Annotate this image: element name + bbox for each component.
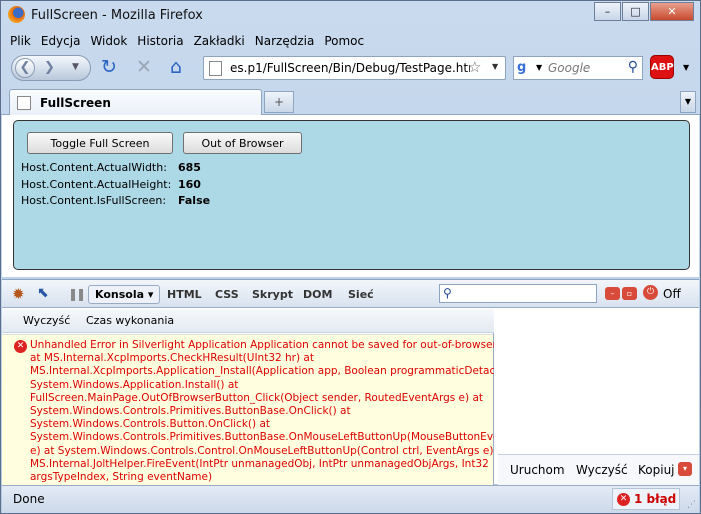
firebug-panel: ✹ ⬉ ❚❚ Konsola ▾ HTML CSS Skrypt DOM Sie… — [2, 279, 699, 485]
new-tab-button[interactable]: + — [264, 91, 294, 113]
firebug-off-label[interactable]: Off — [663, 287, 681, 301]
pause-icon[interactable]: ❚❚ — [68, 287, 86, 301]
info-label: Host.Content.ActualHeight: — [21, 178, 172, 191]
back-forward-group: ❮ ❯ ▼ — [11, 55, 91, 81]
detach-panel-icon[interactable]: ▫ — [622, 287, 637, 300]
info-value: 685 — [178, 161, 201, 174]
firebug-bug-icon[interactable]: ✹ — [12, 285, 25, 303]
menu-zakladki[interactable]: Zakładki — [189, 31, 250, 51]
page-content: Toggle Full Screen Out of Browser Host.C… — [2, 115, 699, 277]
tab-fullscreen[interactable]: FullScreen — [9, 89, 262, 115]
clear-console-button[interactable]: Wyczyść — [23, 314, 70, 327]
history-dropdown-icon[interactable]: ▼ — [72, 62, 79, 72]
menu-widok[interactable]: Widok — [85, 31, 132, 51]
tab-bar: FullScreen + ▼ — [1, 87, 700, 115]
error-message[interactable]: Unhandled Error in Silverlight Applicati… — [30, 339, 494, 483]
menu-plik[interactable]: Plik — [5, 31, 36, 51]
status-text: Done — [13, 492, 45, 506]
run-button[interactable]: Uruchom — [510, 463, 565, 477]
info-label: Host.Content.ActualWidth: — [21, 161, 167, 174]
console-toolbar: Wyczyść Czas wykonania — [2, 309, 494, 333]
title-bar: FullScreen - Mozilla Firefox – □ ✕ — [1, 1, 700, 29]
url-bar[interactable]: es.p1/FullScreen/Bin/Debug/TestPage.html… — [203, 56, 506, 80]
menu-edycja[interactable]: Edycja — [36, 31, 86, 51]
adblock-plus-icon[interactable]: ABP — [650, 55, 674, 79]
tab-konsola[interactable]: Konsola ▾ — [88, 285, 161, 304]
google-engine-icon[interactable]: g — [517, 60, 534, 76]
power-icon[interactable]: ⏻ — [643, 285, 658, 300]
status-bar: Done ✕ 1 błąd ⋰ — [2, 485, 699, 513]
tab-label: FullScreen — [40, 96, 111, 110]
search-placeholder[interactable]: Google — [548, 61, 590, 75]
home-icon[interactable]: ⌂ — [170, 57, 182, 77]
menu-pomoc[interactable]: Pomoc — [319, 31, 369, 51]
resize-grip-icon[interactable]: ⋰ — [687, 500, 696, 510]
tab-html[interactable]: HTML — [167, 288, 202, 301]
search-icon: ⚲ — [443, 286, 452, 300]
firebug-search-input[interactable]: ⚲ — [439, 284, 597, 303]
clear-editor-button[interactable]: Wyczyść — [576, 463, 628, 477]
profile-button[interactable]: Czas wykonania — [86, 314, 174, 327]
search-bar[interactable]: g ▼ Google ⚲ — [513, 56, 643, 80]
navigation-toolbar: ❮ ❯ ▼ ↻ ✕ ⌂ es.p1/FullScreen/Bin/Debug/T… — [5, 53, 698, 83]
firebug-toolbar: ✹ ⬉ ❚❚ Konsola ▾ HTML CSS Skrypt DOM Sie… — [2, 280, 699, 308]
tab-siec[interactable]: Sieć — [348, 288, 374, 301]
page-icon — [17, 96, 31, 110]
tab-label: Konsola — [95, 288, 145, 301]
browser-window: FullScreen - Mozilla Firefox – □ ✕ Plik … — [0, 0, 701, 514]
tab-list-dropdown-icon[interactable]: ▼ — [680, 91, 696, 113]
error-count-badge[interactable]: ✕ 1 błąd — [612, 488, 680, 510]
collapse-icon[interactable]: ▾ — [678, 462, 692, 476]
info-value: False — [178, 194, 211, 207]
console-panel: Wyczyść Czas wykonania ✕ Unhandled Error… — [2, 309, 494, 485]
stop-icon[interactable]: ✕ — [136, 57, 152, 77]
error-icon: ✕ — [14, 340, 27, 353]
silverlight-app: Toggle Full Screen Out of Browser Host.C… — [13, 120, 690, 270]
error-count-text: 1 błąd — [634, 492, 677, 506]
tab-css[interactable]: CSS — [215, 288, 239, 301]
command-toolbar: Uruchom Wyczyść Kopiuj ▾ — [498, 454, 699, 485]
tab-skrypt[interactable]: Skrypt — [252, 288, 293, 301]
engine-dropdown-icon[interactable]: ▼ — [536, 63, 542, 72]
adblock-dropdown-icon[interactable]: ▼ — [683, 63, 689, 72]
info-value: 160 — [178, 178, 201, 191]
maximize-button[interactable]: □ — [622, 2, 649, 21]
bookmark-star-icon[interactable]: ☆ — [468, 58, 481, 76]
out-of-browser-button[interactable]: Out of Browser — [183, 132, 302, 154]
minimize-button[interactable]: – — [594, 2, 621, 21]
toggle-full-screen-button[interactable]: Toggle Full Screen — [27, 132, 173, 154]
forward-arrow-icon[interactable]: ❯ — [44, 60, 55, 75]
page-icon — [209, 61, 222, 76]
firefox-logo-icon — [8, 6, 25, 23]
close-button[interactable]: ✕ — [650, 2, 694, 21]
menu-historia[interactable]: Historia — [132, 31, 188, 51]
error-entry[interactable]: ✕ Unhandled Error in Silverlight Applica… — [2, 334, 494, 485]
url-text[interactable]: es.p1/FullScreen/Bin/Debug/TestPage.html — [230, 61, 470, 75]
copy-button[interactable]: Kopiuj — [638, 463, 675, 477]
back-arrow-icon[interactable]: ❮ — [15, 58, 35, 78]
info-label: Host.Content.IsFullScreen: — [21, 194, 167, 207]
menu-narzedzia[interactable]: Narzędzia — [250, 31, 320, 51]
tab-dom[interactable]: DOM — [303, 288, 332, 301]
minimize-panel-icon[interactable]: – — [605, 287, 620, 300]
command-editor-panel[interactable]: Uruchom Wyczyść Kopiuj ▾ — [498, 309, 699, 485]
window-title: FullScreen - Mozilla Firefox — [31, 8, 203, 23]
error-icon: ✕ — [617, 493, 630, 506]
url-dropdown-icon[interactable]: ▼ — [492, 62, 498, 71]
inspect-icon[interactable]: ⬉ — [37, 285, 49, 301]
menu-bar: Plik Edycja Widok Historia Zakładki Narz… — [5, 31, 369, 51]
window-controls: – □ ✕ — [593, 2, 694, 21]
search-icon[interactable]: ⚲ — [628, 59, 638, 75]
reload-icon[interactable]: ↻ — [101, 57, 117, 77]
